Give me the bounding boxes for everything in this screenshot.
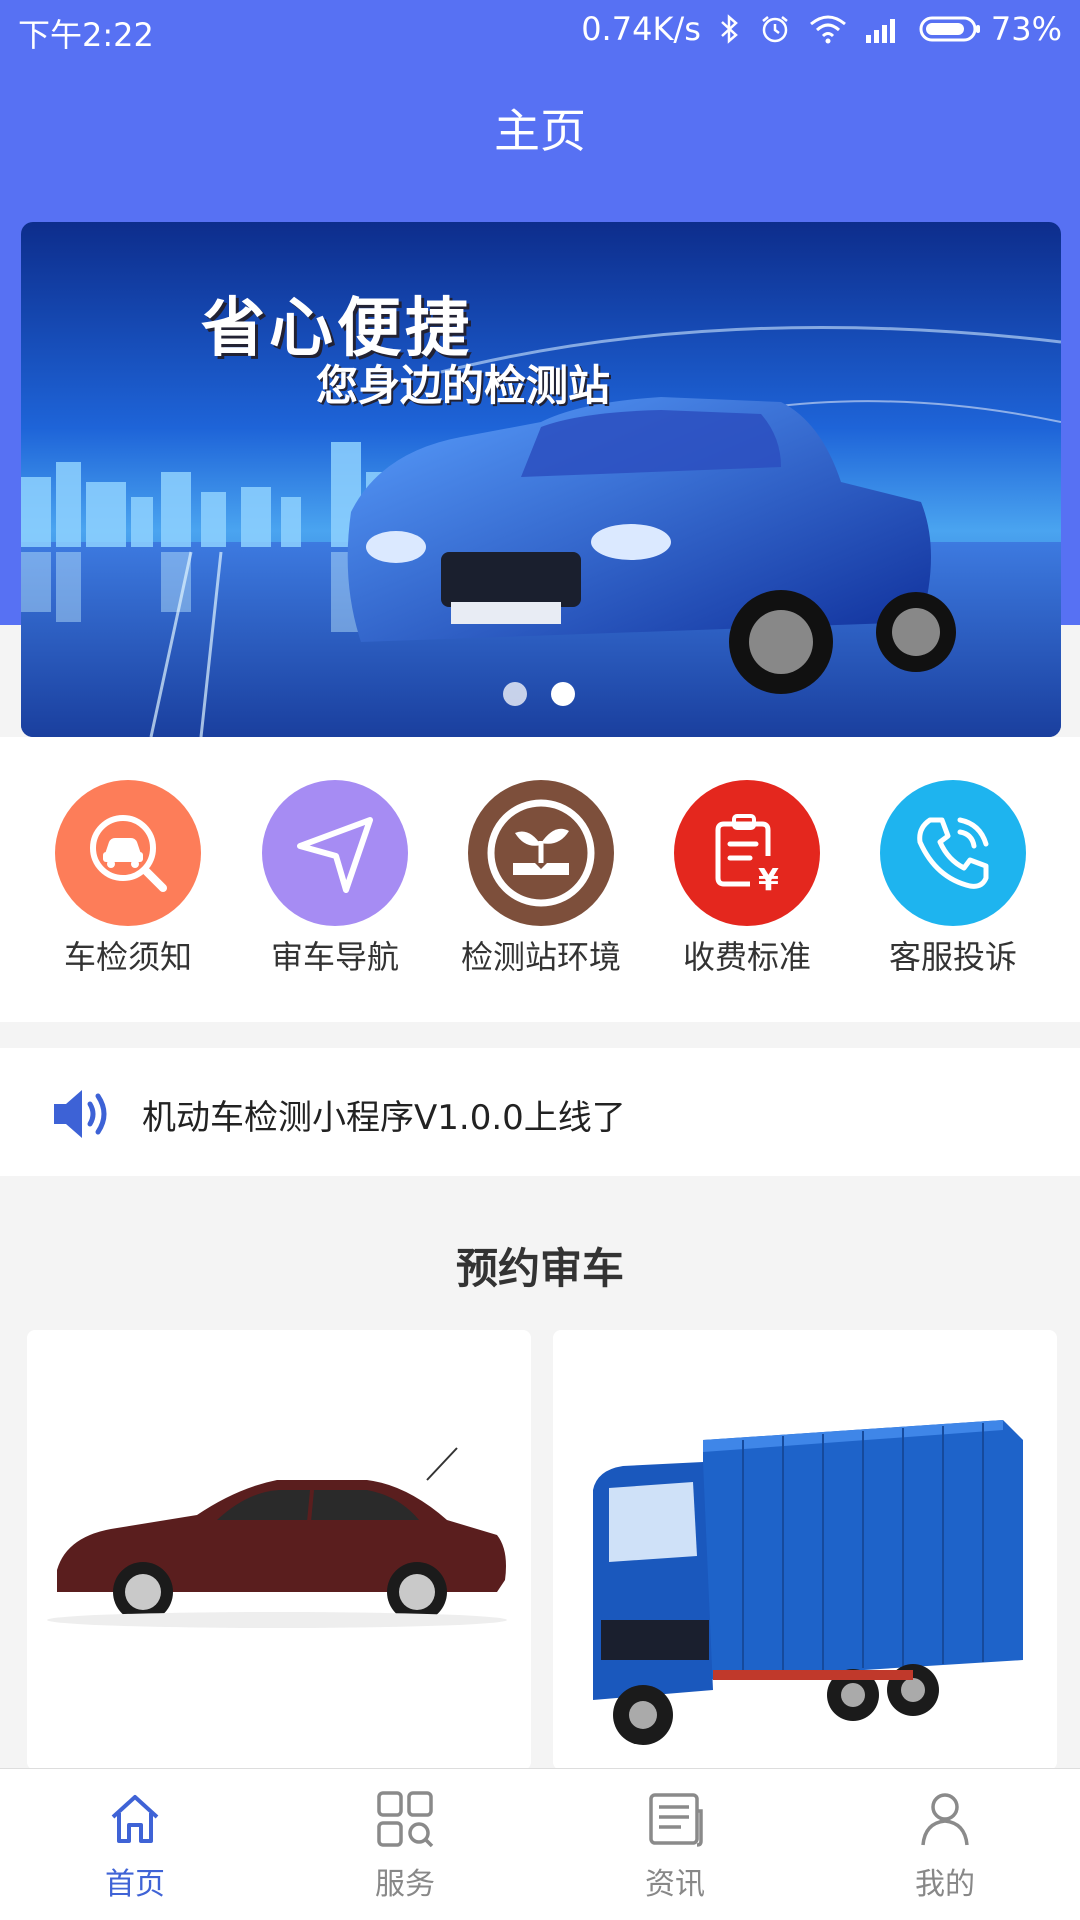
tab-label: 服务 — [375, 1867, 435, 1902]
tab-label: 首页 — [105, 1867, 165, 1902]
bluetooth-icon — [719, 13, 741, 45]
tab-services[interactable]: 服务 — [305, 1789, 505, 1903]
status-time: 下午2:22 — [18, 16, 154, 54]
tab-label: 资讯 — [645, 1867, 705, 1902]
fee-clipboard-icon: ¥ — [674, 780, 820, 926]
quick-menu-label: 车检须知 — [63, 938, 192, 976]
carousel-dot-1[interactable] — [503, 682, 527, 706]
user-icon — [921, 1793, 969, 1846]
home-icon — [111, 1795, 159, 1843]
battery-percent: 73% — [990, 10, 1062, 48]
banner-car-illustration — [21, 325, 1061, 737]
svg-text:¥: ¥ — [758, 863, 779, 898]
notice-text: 机动车检测小程序V1.0.0上线了 — [142, 1098, 626, 1138]
car-search-icon — [55, 780, 201, 926]
quick-menu-item-station-environment[interactable]: 检测站环境 — [441, 780, 641, 978]
status-icons: 0.74K/s 73% — [581, 10, 1062, 48]
booking-card-truck[interactable] — [553, 1330, 1057, 1770]
quick-menu-label: 检测站环境 — [460, 938, 621, 976]
booking-section-title: 预约审车 — [455, 1244, 624, 1293]
news-icon — [649, 1793, 703, 1847]
phone-icon — [880, 780, 1026, 926]
quick-menu-item-navigation[interactable]: 审车导航 — [235, 780, 435, 978]
quick-menu-label: 客服投诉 — [888, 938, 1017, 976]
battery-indicator: 73% — [919, 10, 1062, 48]
alarm-icon — [759, 13, 791, 45]
notice-bar[interactable]: 机动车检测小程序V1.0.0上线了 — [0, 1048, 1080, 1176]
speaker-icon — [52, 1086, 116, 1146]
quick-menu: 车检须知 审车导航 检测站环境 ¥ 收费标准 客服投诉 — [0, 737, 1080, 1022]
network-speed: 0.74K/s — [581, 10, 701, 48]
battery-icon — [919, 16, 980, 42]
quick-menu-label: 审车导航 — [270, 938, 399, 976]
sedan-image — [47, 1447, 507, 1628]
quick-menu-item-customer-service[interactable]: 客服投诉 — [853, 780, 1053, 978]
booking-card-passenger-car[interactable] — [27, 1330, 531, 1770]
tab-news[interactable]: 资讯 — [575, 1789, 775, 1903]
tab-label: 我的 — [915, 1867, 975, 1902]
banner-carousel[interactable]: 省心便捷 您身边的检测站 — [21, 222, 1061, 737]
navigation-arrow-icon — [262, 780, 408, 926]
truck-image — [593, 1420, 1023, 1745]
carousel-indicator[interactable] — [503, 682, 575, 706]
quick-menu-item-fee-standard[interactable]: ¥ 收费标准 — [647, 780, 847, 978]
banner-subline: 您身边的检测站 — [316, 361, 611, 410]
tab-profile[interactable]: 我的 — [845, 1789, 1045, 1903]
page-title: 主页 — [494, 104, 586, 158]
bottom-tab-bar: 首页 服务 资讯 我的 — [0, 1768, 1080, 1920]
quick-menu-item-inspection-notice[interactable]: 车检须知 — [28, 780, 228, 978]
tab-home[interactable]: 首页 — [35, 1789, 235, 1903]
status-bar: 下午2:22 0.74K/s 73% — [0, 0, 1080, 62]
grid-search-icon — [377, 1791, 434, 1848]
sprout-book-icon — [468, 780, 614, 926]
quick-menu-label: 收费标准 — [682, 938, 811, 976]
carousel-dot-2[interactable] — [551, 682, 575, 706]
wifi-icon — [809, 14, 847, 44]
signal-icon — [865, 15, 901, 43]
